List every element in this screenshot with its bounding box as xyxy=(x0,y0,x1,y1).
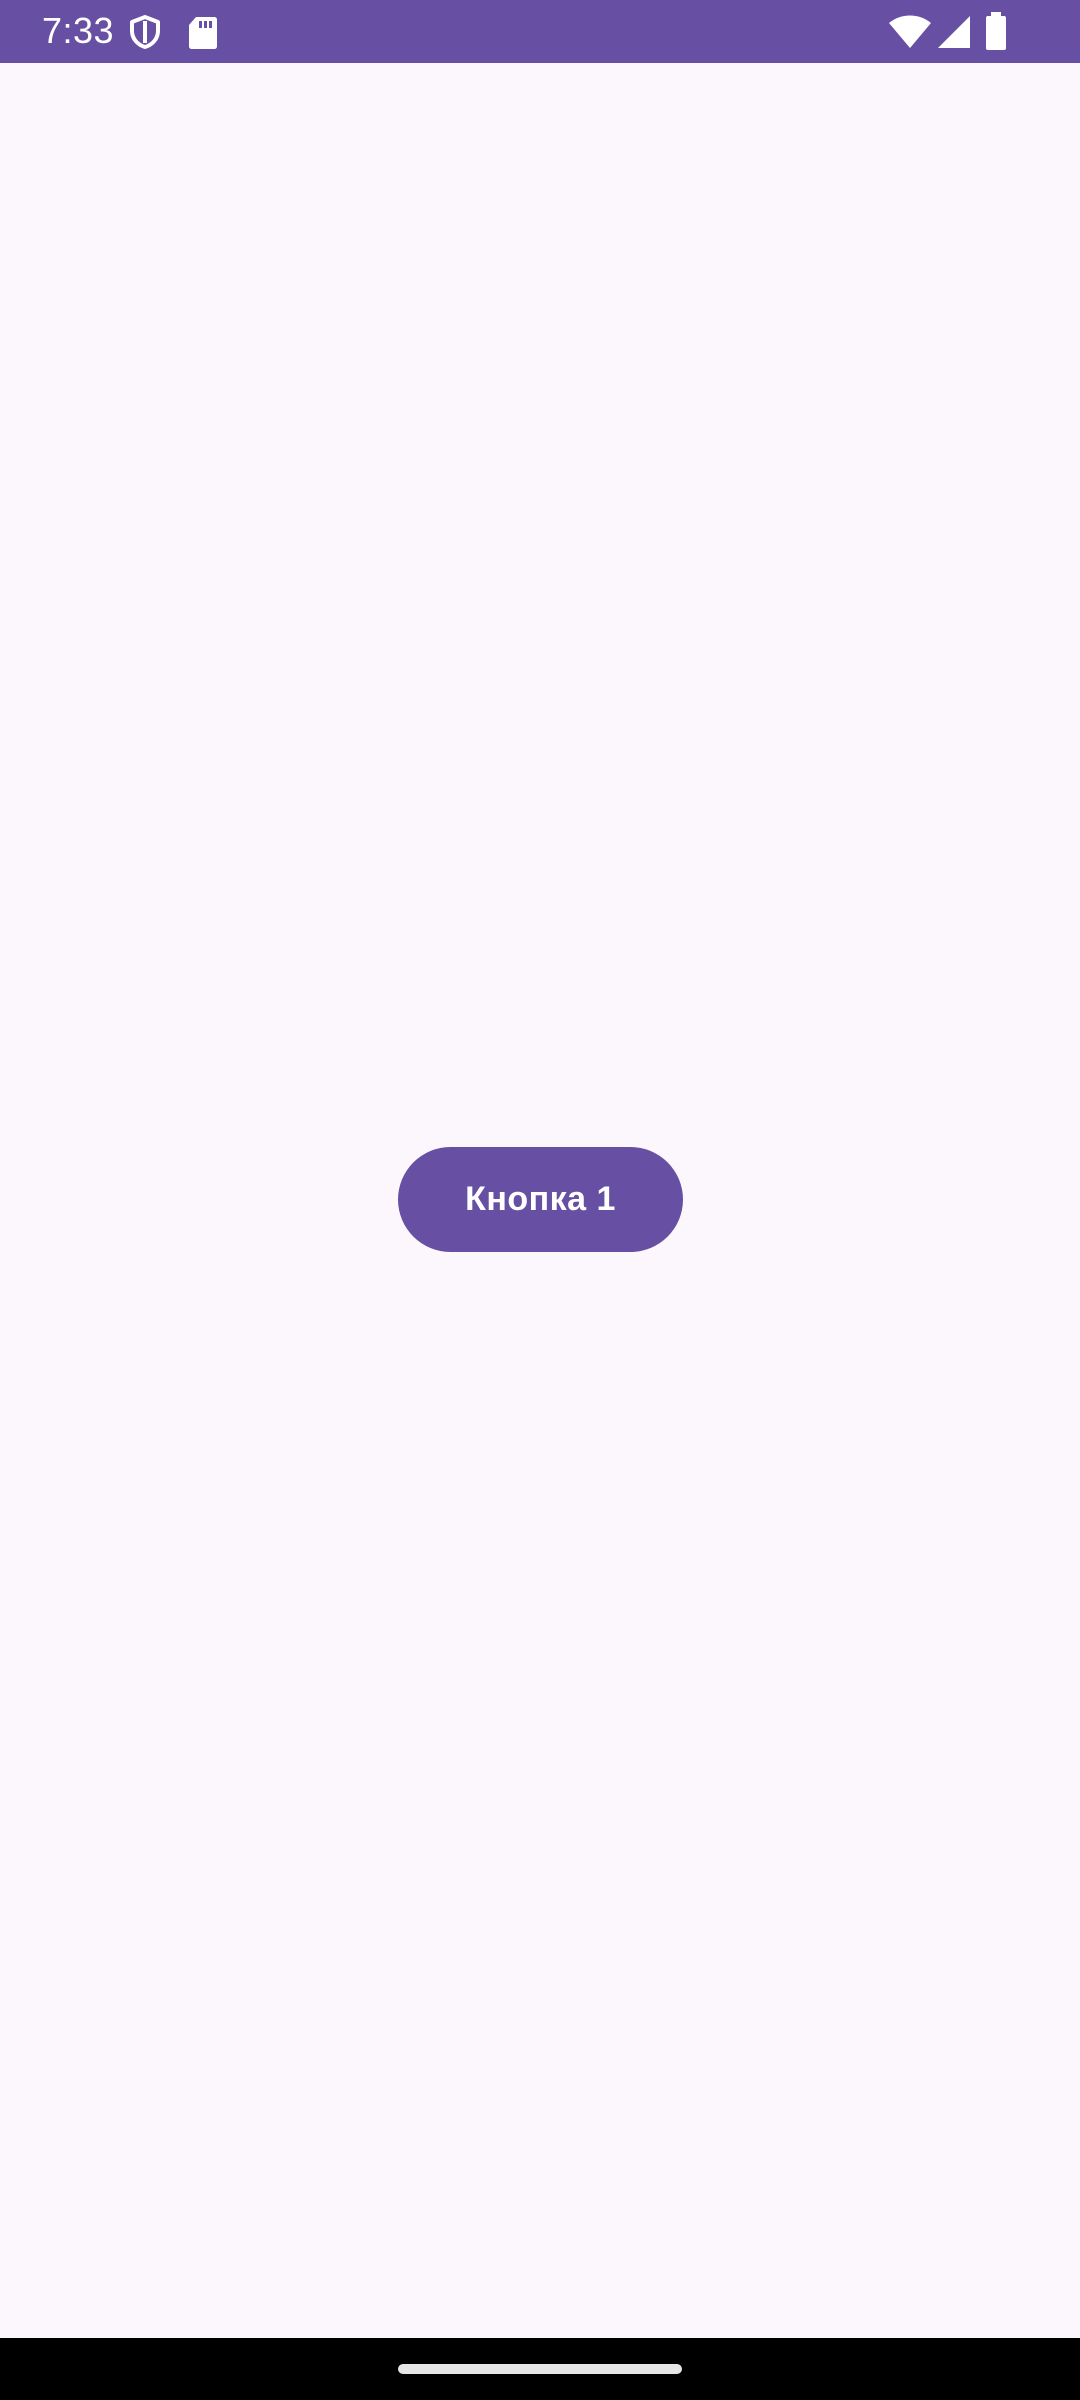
home-gesture-handle[interactable] xyxy=(398,2364,682,2374)
signal-icon xyxy=(938,16,970,48)
status-time: 7:33 xyxy=(42,10,115,51)
battery-icon xyxy=(986,12,1006,50)
wifi-icon xyxy=(889,15,931,48)
sd-card-icon xyxy=(189,17,217,49)
shield-icon xyxy=(130,15,160,49)
status-bar: 7:33 xyxy=(0,0,1080,63)
button-1[interactable]: Кнопка 1 xyxy=(398,1147,683,1252)
